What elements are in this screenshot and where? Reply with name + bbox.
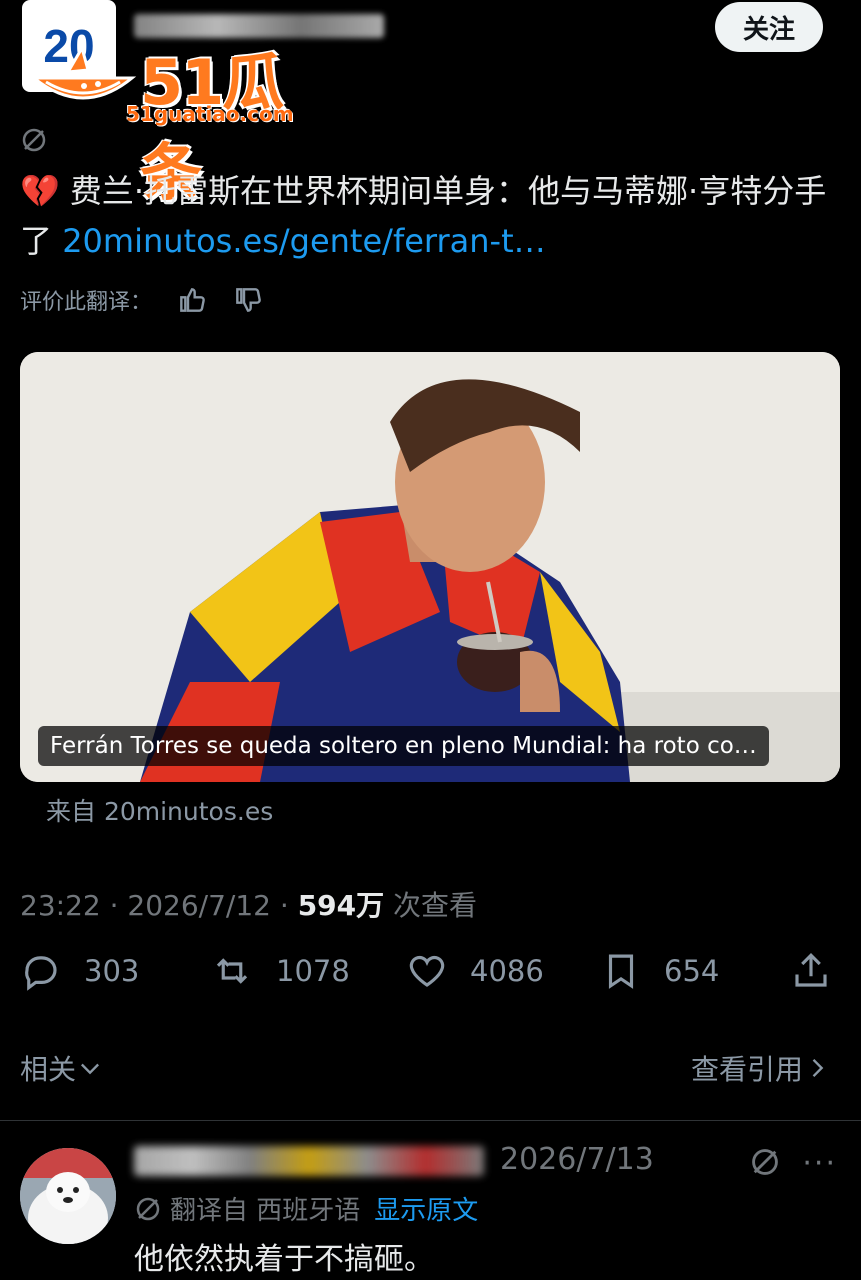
broken-heart-icon: 💔 [20,172,60,210]
more-options-icon[interactable]: ··· [802,1146,837,1181]
share-icon [795,953,827,987]
translation-notice: 翻译自 西班牙语 显示原文 [134,1190,478,1227]
polar-bear-avatar-image [20,1148,116,1244]
reply-author-blurred[interactable] [134,1146,484,1176]
reply-text: 他依然执着于不搞砸。 [134,1242,434,1277]
views-count: 594万 [297,889,385,922]
bookmark-count: 654 [664,954,720,988]
comment-icon [25,956,57,991]
related-toggle[interactable]: 相关 [20,1048,104,1088]
repost-icon [216,958,248,984]
action-bar: 303 1078 4086 654 [20,950,842,1006]
reply-button[interactable]: 303 [20,950,139,992]
related-label: 相关 [20,1053,77,1086]
bookmark-button[interactable]: 654 [600,950,719,992]
show-original-link[interactable]: 显示原文 [374,1190,478,1227]
reply-date: 2026/7/13 [500,1142,654,1177]
chevron-right-icon [812,1059,824,1077]
thumbs-up-icon[interactable] [176,284,208,316]
thumbs-down-icon[interactable] [232,284,264,316]
view-quotes-link[interactable]: 查看引用 [691,1048,831,1088]
view-quotes-label: 查看引用 [690,1053,803,1086]
bookmark-icon [608,954,634,989]
like-button[interactable]: 4086 [406,950,544,992]
like-count: 4086 [470,954,544,988]
photo-illustration [20,352,840,782]
translate-ban-icon [136,1197,160,1220]
media-caption: Ferrán Torres se queda soltero en pleno … [38,726,769,766]
chevron-down-icon [81,1063,100,1075]
follow-button[interactable]: 关注 [715,2,823,52]
rate-label: 评价此翻译： [20,290,153,315]
post-time: 23:22 [20,889,101,922]
no-translate-icon [22,128,46,152]
repost-button[interactable]: 1078 [210,950,350,992]
watermark-melon-icon [29,44,137,100]
media-image[interactable] [20,352,840,782]
reply-avatar[interactable] [20,1148,116,1244]
post-link[interactable]: 20minutos.es/gente/ferran-t… [62,222,545,260]
follow-label: 关注 [742,14,795,45]
post-date: 2026/7/12 [127,889,271,922]
post-text: 💔 费兰·托雷斯在世界杯期间单身：他与马蒂娜·亨特分手了 20minutos.es… [20,166,830,266]
share-button[interactable] [790,950,832,992]
link-source[interactable]: 来自 20minutos.es [46,792,273,828]
translated-from-label: 翻译自 西班牙语 [170,1196,361,1226]
repost-count: 1078 [276,954,350,988]
reply-count: 303 [84,954,140,988]
watermark-logo: 51瓜条 51guatiao.com [28,32,338,209]
divider [0,1120,861,1121]
heart-icon [409,955,445,987]
post-meta: 23:22 · 2026/7/12 · 594万 次查看 [20,889,478,922]
rate-translation: 评价此翻译： [20,284,264,316]
no-translate-icon-reply [752,1149,778,1175]
watermark-url: 51guatiao.com [126,102,294,126]
views-label: 次查看 [393,889,478,922]
